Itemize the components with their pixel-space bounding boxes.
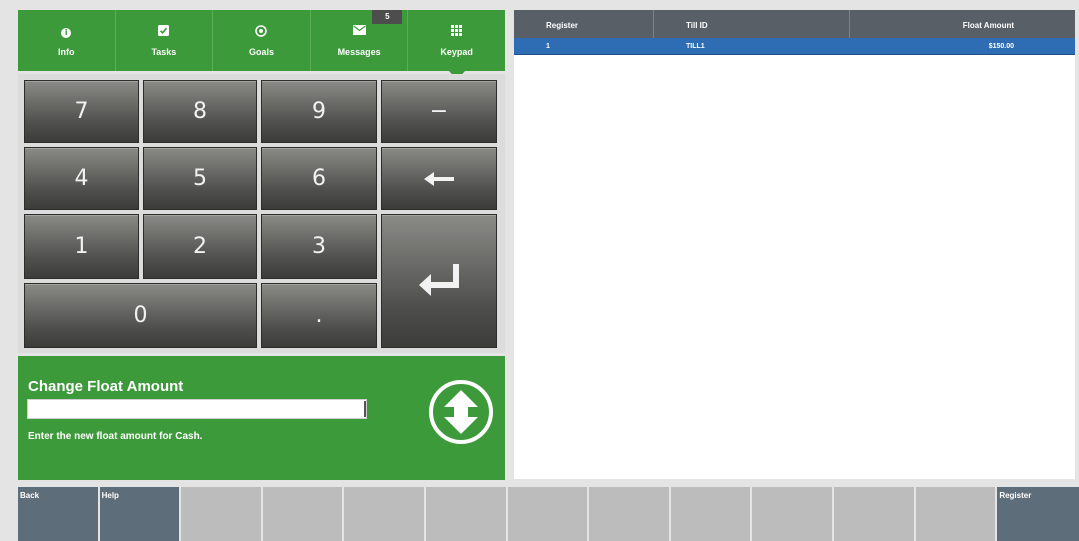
key-5[interactable]: 5 [143, 147, 257, 210]
key-4[interactable]: 4 [24, 147, 139, 210]
function-key-empty [262, 487, 343, 541]
key-3[interactable]: 3 [261, 214, 377, 279]
column-header-till-id[interactable]: Till ID [654, 10, 850, 38]
checkbox-icon [158, 24, 170, 41]
numeric-keypad: 7 8 9 − 4 5 6 1 2 3 0 . [18, 74, 505, 353]
enter-key[interactable] [381, 214, 497, 348]
function-key-empty [915, 487, 996, 541]
tab-info[interactable]: i Info [18, 10, 116, 71]
key-1[interactable]: 1 [24, 214, 139, 279]
backspace-key[interactable] [381, 147, 497, 210]
function-key-empty [181, 487, 261, 541]
tab-messages-label: Messages [337, 46, 381, 57]
key-decimal-point[interactable]: . [261, 283, 377, 348]
function-key-empty [670, 487, 751, 541]
function-key-empty [426, 487, 506, 541]
column-header-float-amount[interactable]: Float Amount [850, 10, 1075, 38]
envelope-icon [352, 24, 366, 41]
tab-keypad-label: Keypad [440, 46, 473, 57]
up-down-scroll-icon [444, 390, 478, 434]
key-9[interactable]: 9 [261, 80, 377, 143]
top-tab-bar: i Info Tasks Goals 5 Messages Keypad [18, 10, 505, 80]
register-button[interactable]: Register [997, 487, 1079, 541]
key-0[interactable]: 0 [24, 283, 257, 348]
enter-return-icon [419, 264, 459, 296]
float-amount-input[interactable] [27, 399, 367, 419]
tab-goals[interactable]: Goals [213, 10, 311, 71]
key-7[interactable]: 7 [24, 80, 139, 143]
tab-tasks-label: Tasks [151, 46, 177, 57]
function-key-bar: Back Help Register [18, 487, 1079, 541]
help-button[interactable]: Help [99, 487, 180, 541]
prompt-title: Change Float Amount [28, 378, 184, 395]
backspace-arrow-icon [424, 171, 454, 186]
target-icon [255, 24, 268, 41]
key-2[interactable]: 2 [143, 214, 257, 279]
tab-keypad[interactable]: Keypad [408, 10, 505, 80]
float-amount-table: Register Till ID Float Amount 1 TILL1 $1… [514, 10, 1075, 479]
info-icon: i [61, 25, 72, 41]
tab-tasks[interactable]: Tasks [116, 10, 214, 71]
key-minus[interactable]: − [381, 80, 497, 143]
function-key-empty [834, 487, 914, 541]
cell-register: 1 [546, 43, 550, 50]
column-header-register[interactable]: Register [514, 10, 654, 38]
tab-goals-label: Goals [248, 46, 274, 57]
scroll-toggle-button[interactable] [429, 380, 493, 444]
back-button[interactable]: Back [18, 487, 98, 541]
function-key-empty [507, 487, 588, 541]
function-key-empty [344, 487, 425, 541]
cell-till-id: TILL1 [686, 43, 705, 50]
cell-float-amount: $150.00 [988, 43, 1014, 50]
function-key-empty [752, 487, 833, 541]
table-header: Register Till ID Float Amount [514, 10, 1075, 38]
tab-messages[interactable]: 5 Messages [311, 10, 409, 71]
tab-info-label: Info [58, 46, 75, 57]
text-cursor [364, 401, 366, 417]
change-float-prompt: Change Float Amount Enter the new float … [18, 356, 505, 480]
key-8[interactable]: 8 [143, 80, 257, 143]
keypad-icon [451, 24, 463, 41]
prompt-hint: Enter the new float amount for Cash. [28, 431, 203, 442]
table-row[interactable]: 1 TILL1 $150.00 [514, 38, 1075, 55]
key-6[interactable]: 6 [261, 147, 377, 210]
messages-count-badge: 5 [372, 10, 403, 24]
function-key-empty [589, 487, 669, 541]
